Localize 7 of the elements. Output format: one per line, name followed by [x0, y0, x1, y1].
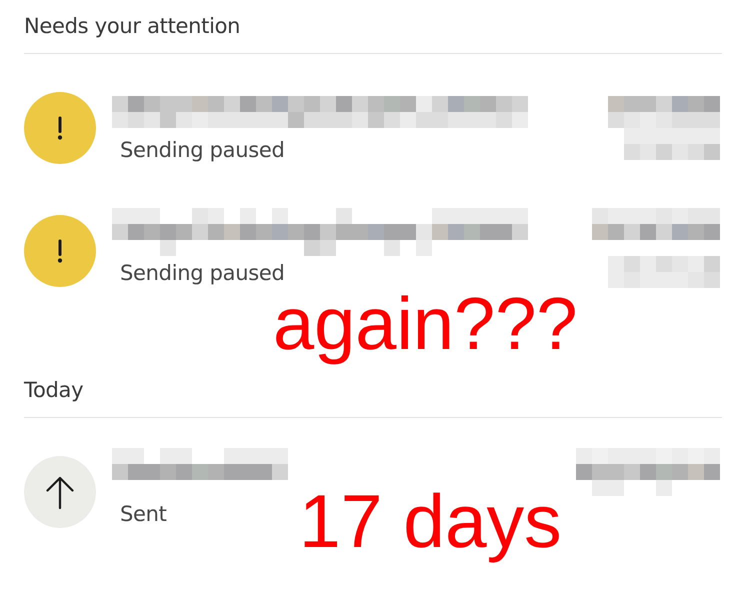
section-heading: Needs your attention [24, 13, 240, 39]
exclamation-icon [24, 92, 96, 164]
status-text: Sent [120, 501, 167, 527]
status-text: Sending paused [120, 260, 285, 286]
section-heading: Today [24, 377, 84, 403]
status-text: Sending paused [120, 137, 285, 163]
exclamation-icon [24, 215, 96, 287]
